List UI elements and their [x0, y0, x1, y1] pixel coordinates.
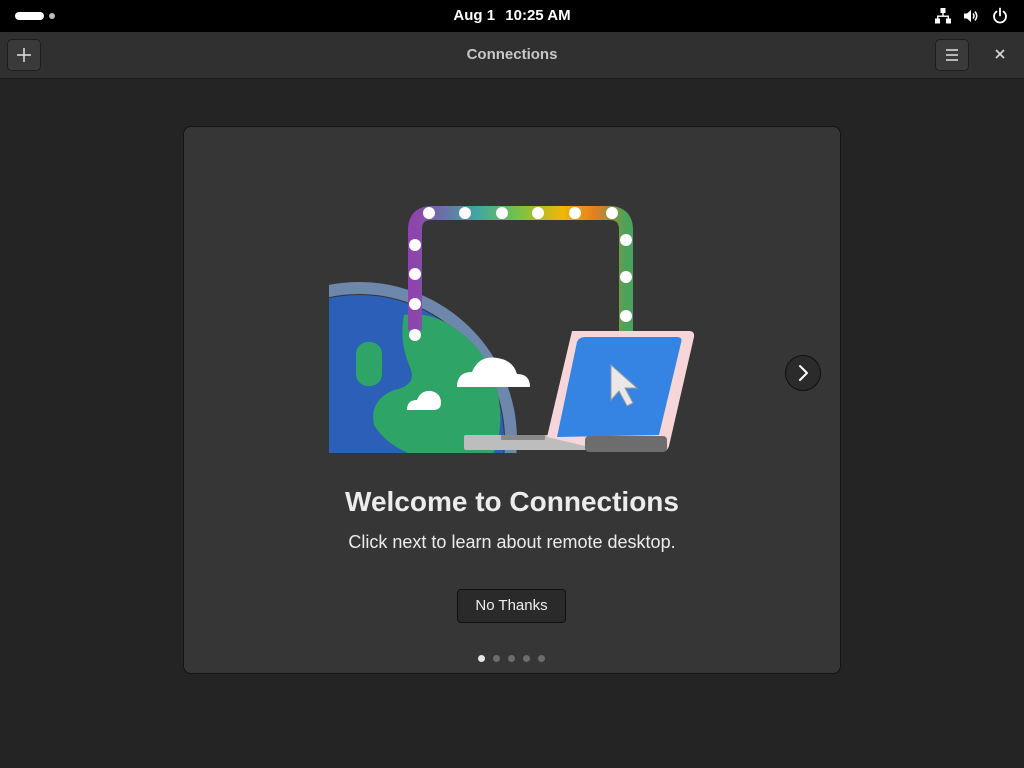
close-icon	[995, 49, 1005, 59]
welcome-subtitle: Click next to learn about remote desktop…	[348, 532, 676, 552]
top-bar: Aug 1 10:25 AM	[0, 0, 1024, 32]
clock-date: Aug 1	[453, 7, 496, 24]
page-indicator	[476, 654, 551, 664]
header-bar: Connections	[0, 32, 1024, 79]
main-menu-button[interactable]	[935, 39, 969, 71]
window-title: Connections	[466, 46, 558, 63]
page-dot-1[interactable]	[478, 655, 485, 662]
close-window-button[interactable]	[992, 46, 1008, 62]
clock[interactable]: Aug 1 10:25 AM	[0, 0, 1024, 32]
welcome-illustration	[329, 200, 699, 455]
no-thanks-button[interactable]: No Thanks	[457, 589, 566, 623]
volume-icon[interactable]	[962, 7, 980, 25]
page-dot-4[interactable]	[523, 655, 530, 662]
page-dot-5[interactable]	[538, 655, 545, 662]
power-icon[interactable]	[991, 7, 1009, 25]
network-icon[interactable]	[934, 7, 952, 25]
clock-time: 10:25 AM	[505, 7, 571, 24]
hamburger-menu-icon	[946, 49, 958, 61]
page-dot-2[interactable]	[493, 655, 500, 662]
next-page-button[interactable]	[785, 355, 821, 391]
chevron-right-icon	[799, 365, 808, 381]
page-dot-3[interactable]	[508, 655, 515, 662]
welcome-title: Welcome to Connections	[345, 486, 679, 517]
